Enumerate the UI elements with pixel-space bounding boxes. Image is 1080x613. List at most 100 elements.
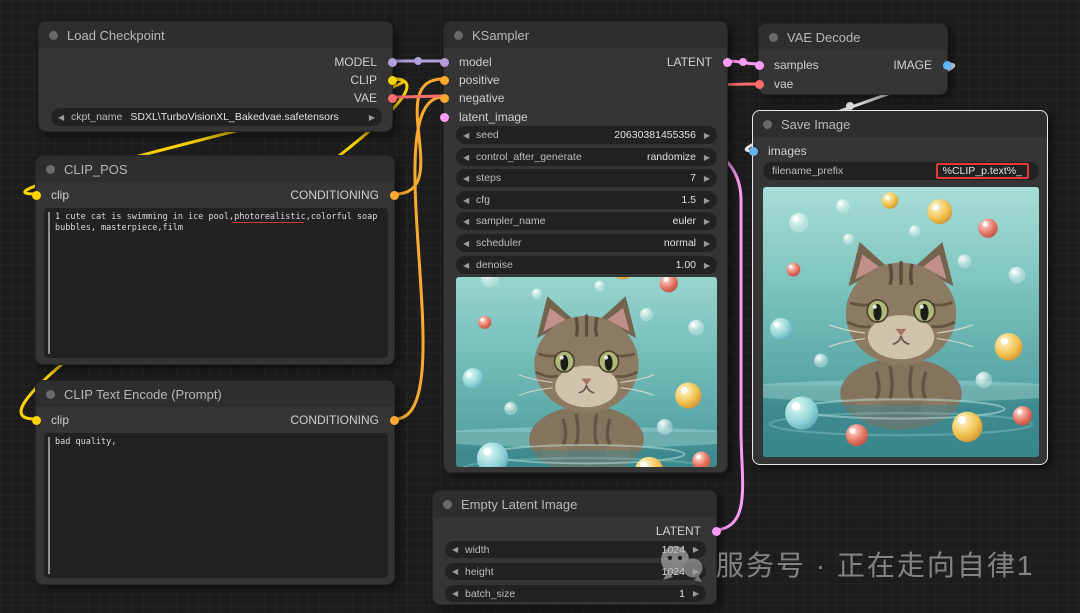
samples-input-port[interactable] <box>754 60 764 70</box>
decrement-arrow-icon[interactable]: ◀ <box>58 113 69 122</box>
latent-output-port[interactable] <box>711 526 721 536</box>
collapse-dot-icon[interactable] <box>454 30 463 40</box>
vae-decode-node[interactable]: VAE Decode samples vae IMAGE <box>754 23 952 95</box>
widget-value: randomize <box>646 151 696 163</box>
ckpt-name-widget[interactable]: ◀ ckpt_name SDXL\TurboVisionXL_Bakedvae.… <box>51 108 382 126</box>
ksampler-node[interactable]: KSampler model positive negative latent_… <box>439 21 732 473</box>
decrement-arrow-icon[interactable]: ◀ <box>463 174 474 183</box>
slot-label: CLIP <box>350 73 377 87</box>
clip-input-port[interactable] <box>31 415 41 425</box>
vae-output-port[interactable] <box>387 93 397 103</box>
spellcheck-underline <box>232 222 304 223</box>
collapse-dot-icon[interactable] <box>49 30 58 40</box>
decrement-arrow-icon[interactable]: ◀ <box>463 217 474 226</box>
collapse-dot-icon[interactable] <box>46 389 55 399</box>
clip-output-port[interactable] <box>387 75 397 85</box>
node-title: KSampler <box>472 27 530 43</box>
collapse-dot-icon[interactable] <box>769 32 778 42</box>
node-title-bar[interactable]: Empty Latent Image <box>433 491 716 517</box>
node-title-bar[interactable]: KSampler <box>444 22 727 48</box>
node-title-bar[interactable]: Save Image <box>753 111 1047 137</box>
node-title-bar[interactable]: CLIP Text Encode (Prompt) <box>36 381 394 407</box>
vae-input-port[interactable] <box>754 79 764 89</box>
increment-arrow-icon[interactable]: ▶ <box>699 217 710 226</box>
increment-arrow-icon[interactable]: ▶ <box>699 239 710 248</box>
decrement-arrow-icon[interactable]: ◀ <box>452 567 463 576</box>
widget-name: ckpt_name <box>71 111 123 123</box>
slot-label: LATENT <box>655 524 701 538</box>
cfg-widget[interactable]: ◀ cfg 1.5 ▶ <box>456 191 717 209</box>
decrement-arrow-icon[interactable]: ◀ <box>463 196 474 205</box>
output-slot-conditioning: CONDITIONING <box>290 186 399 204</box>
negative-prompt-textarea[interactable]: bad quality, <box>44 433 388 578</box>
widget-value-highlighted[interactable]: %CLIP_p.text%_ <box>935 163 1029 179</box>
decrement-arrow-icon[interactable]: ◀ <box>463 239 474 248</box>
image-output-port[interactable] <box>942 60 952 70</box>
collapse-dot-icon[interactable] <box>443 499 452 509</box>
output-slot-conditioning: CONDITIONING <box>290 411 399 429</box>
widget-value: 7 <box>690 172 696 184</box>
node-title: Save Image <box>781 116 851 132</box>
node-title-bar[interactable]: VAE Decode <box>759 24 947 50</box>
node-title: CLIP_POS <box>64 161 128 177</box>
denoise-widget[interactable]: ◀ denoise 1.00 ▶ <box>456 256 717 274</box>
widget-value: normal <box>663 237 696 249</box>
conditioning-output-port[interactable] <box>389 415 399 425</box>
widget-value: 1 <box>679 587 685 600</box>
input-slot-vae: vae <box>754 75 793 93</box>
decrement-arrow-icon[interactable]: ◀ <box>463 153 474 162</box>
negative-input-port[interactable] <box>439 93 449 103</box>
slot-label: latent_image <box>459 110 528 124</box>
increment-arrow-icon[interactable]: ▶ <box>688 589 699 598</box>
node-title-bar[interactable]: Load Checkpoint <box>39 22 392 48</box>
node-title-bar[interactable]: CLIP_POS <box>36 156 394 182</box>
sampler-name-widget[interactable]: ◀ sampler_name euler ▶ <box>456 212 717 230</box>
increment-arrow-icon[interactable]: ▶ <box>699 131 710 140</box>
widget-name: seed <box>476 129 499 141</box>
batch-size-widget[interactable]: ◀ batch_size 1 ▶ <box>445 585 706 602</box>
widget-name: filename_prefix <box>772 165 844 177</box>
clip-pos-node[interactable]: CLIP_POS clip CONDITIONING 1 cute cat is… <box>31 155 399 365</box>
slot-label: VAE <box>353 91 377 105</box>
latent-image-input-port[interactable] <box>439 112 449 122</box>
scheduler-widget[interactable]: ◀ scheduler normal ▶ <box>456 234 717 252</box>
model-input-port[interactable] <box>439 57 449 67</box>
increment-arrow-icon[interactable]: ▶ <box>699 196 710 205</box>
slot-label: images <box>768 144 807 158</box>
widget-value: 1.5 <box>681 194 696 206</box>
conditioning-output-port[interactable] <box>389 190 399 200</box>
decrement-arrow-icon[interactable]: ◀ <box>463 261 474 270</box>
latent-output-port[interactable] <box>722 57 732 67</box>
collapse-dot-icon[interactable] <box>763 119 772 129</box>
node-title: VAE Decode <box>787 29 861 45</box>
slot-label: clip <box>51 413 70 427</box>
increment-arrow-icon[interactable]: ▶ <box>364 113 375 122</box>
clip-text-encode-node[interactable]: CLIP Text Encode (Prompt) clip CONDITION… <box>31 380 399 585</box>
clip-input-port[interactable] <box>31 190 41 200</box>
save-image-node[interactable]: Save Image images filename_prefix %CLIP_… <box>748 110 1048 465</box>
increment-arrow-icon[interactable]: ▶ <box>699 261 710 270</box>
seed-widget[interactable]: ◀ seed 20630381455356 ▶ <box>456 126 717 144</box>
increment-arrow-icon[interactable]: ▶ <box>699 153 710 162</box>
increment-arrow-icon[interactable]: ▶ <box>699 174 710 183</box>
control-after-generate-widget[interactable]: ◀ control_after_generate randomize ▶ <box>456 148 717 166</box>
load-checkpoint-node[interactable]: Load Checkpoint MODEL CLIP VAE ◀ ckpt_na… <box>38 21 397 132</box>
output-slot-latent: LATENT <box>667 53 732 71</box>
steps-widget[interactable]: ◀ steps 7 ▶ <box>456 169 717 187</box>
input-slot-samples: samples <box>754 56 819 74</box>
output-slot-model: MODEL <box>334 53 397 71</box>
filename-prefix-widget[interactable]: filename_prefix %CLIP_p.text%_ <box>763 162 1039 180</box>
decrement-arrow-icon[interactable]: ◀ <box>452 545 463 554</box>
collapse-dot-icon[interactable] <box>46 164 55 174</box>
widget-value: 20630381455356 <box>614 129 696 141</box>
decrement-arrow-icon[interactable]: ◀ <box>463 131 474 140</box>
slot-label: CONDITIONING <box>290 413 379 427</box>
widget-name: scheduler <box>476 237 522 249</box>
decrement-arrow-icon[interactable]: ◀ <box>452 589 463 598</box>
model-output-port[interactable] <box>387 57 397 67</box>
images-input-port[interactable] <box>748 146 758 156</box>
positive-input-port[interactable] <box>439 75 449 85</box>
node-graph-canvas[interactable]: Load Checkpoint MODEL CLIP VAE ◀ ckpt_na… <box>0 0 1080 613</box>
positive-prompt-textarea[interactable]: 1 cute cat is swimming in ice pool,photo… <box>44 208 388 358</box>
widget-value: SDXL\TurboVisionXL_Bakedvae.safetensors <box>130 111 339 123</box>
